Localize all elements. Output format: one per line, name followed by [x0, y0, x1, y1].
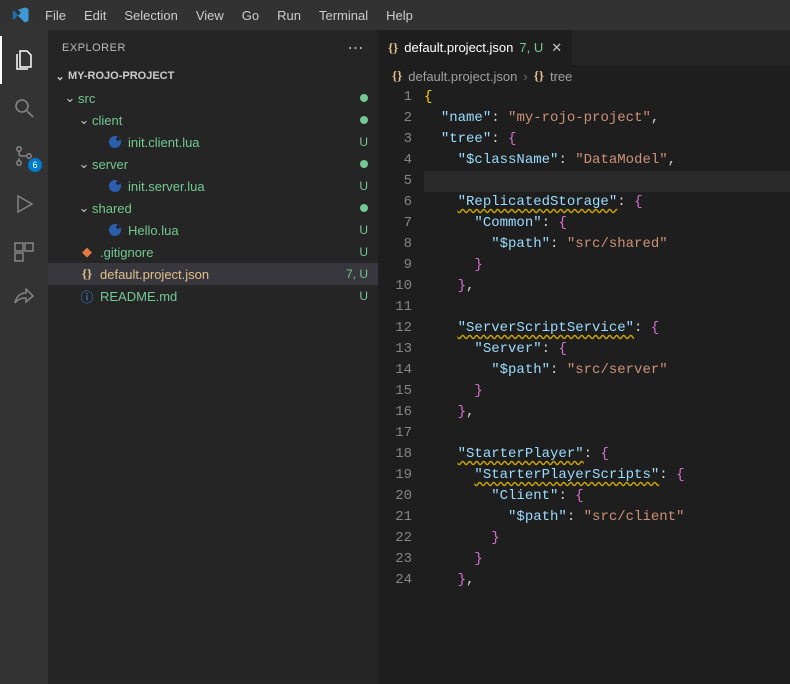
file-label: default.project.json	[100, 267, 342, 282]
activity-debug[interactable]	[0, 180, 48, 228]
chevron-down-icon: ⌄	[62, 90, 78, 106]
workbench: 6 EXPLORER ⋯ ⌄ MY-ROJO-PROJECT	[0, 30, 790, 684]
folder-label: server	[92, 157, 356, 172]
tree-file-gitignore[interactable]: ◆ .gitignore U	[48, 241, 378, 263]
folder-label: client	[92, 113, 356, 128]
tab-status: 7, U	[519, 40, 543, 55]
menu-file[interactable]: File	[36, 4, 75, 27]
file-tree: ⌄ src ⌄ client init.client.lua U ⌄	[48, 87, 378, 307]
title-bar: File Edit Selection View Go Run Terminal…	[0, 0, 790, 30]
git-dot-icon	[360, 160, 368, 168]
chevron-right-icon: ›	[523, 69, 527, 84]
git-dot-icon	[360, 204, 368, 212]
file-label: init.server.lua	[128, 179, 355, 194]
line-numbers: 123456789101112131415161718192021222324	[378, 87, 424, 684]
breadcrumb-file: default.project.json	[408, 69, 517, 84]
menu-view[interactable]: View	[187, 4, 233, 27]
tree-folder-src[interactable]: ⌄ src	[48, 87, 378, 109]
sidebar: EXPLORER ⋯ ⌄ MY-ROJO-PROJECT ⌄ src ⌄ cli…	[48, 30, 378, 684]
menu-bar: File Edit Selection View Go Run Terminal…	[36, 4, 422, 27]
project-name: MY-ROJO-PROJECT	[68, 70, 368, 82]
file-label: .gitignore	[100, 245, 355, 260]
vscode-logo-icon	[12, 6, 30, 24]
git-status: U	[359, 289, 368, 303]
activity-search[interactable]	[0, 84, 48, 132]
git-icon: ◆	[78, 244, 96, 260]
git-status: 7, U	[346, 267, 368, 281]
code-lines: { "name": "my-rojo-project", "tree": { "…	[424, 87, 790, 684]
files-icon	[12, 48, 36, 72]
tree-file-hello[interactable]: Hello.lua U	[48, 219, 378, 241]
git-status: U	[359, 223, 368, 237]
menu-run[interactable]: Run	[268, 4, 310, 27]
json-icon: {}	[388, 40, 398, 56]
project-root[interactable]: ⌄ MY-ROJO-PROJECT	[48, 65, 378, 87]
json-icon: {}	[78, 266, 96, 282]
editor-tabs: {} default.project.json 7, U ✕	[378, 30, 790, 65]
activity-scm[interactable]: 6	[0, 132, 48, 180]
scm-badge: 6	[28, 158, 42, 172]
debug-icon	[12, 192, 36, 216]
activity-explorer[interactable]	[0, 36, 48, 84]
json-icon: {}	[534, 68, 544, 84]
tree-file-init-client[interactable]: init.client.lua U	[48, 131, 378, 153]
activity-bar: 6	[0, 30, 48, 684]
breadcrumb-node: tree	[550, 69, 572, 84]
sidebar-more-icon[interactable]: ⋯	[348, 38, 365, 58]
share-icon	[12, 288, 36, 312]
sidebar-title-label: EXPLORER	[62, 42, 126, 54]
info-icon: ⓘ	[78, 287, 96, 306]
tree-folder-server[interactable]: ⌄ server	[48, 153, 378, 175]
json-icon: {}	[392, 68, 402, 84]
chevron-down-icon: ⌄	[76, 112, 92, 128]
lua-icon	[106, 179, 124, 193]
sidebar-header: EXPLORER ⋯	[48, 30, 378, 65]
tree-file-default-project[interactable]: {} default.project.json 7, U	[48, 263, 378, 285]
folder-label: src	[78, 91, 356, 106]
chevron-down-icon: ⌄	[52, 70, 68, 83]
menu-terminal[interactable]: Terminal	[310, 4, 377, 27]
chevron-down-icon: ⌄	[76, 156, 92, 172]
lua-icon	[106, 135, 124, 149]
activity-live-share[interactable]	[0, 276, 48, 324]
tab-default-project[interactable]: {} default.project.json 7, U ✕	[378, 30, 573, 65]
folder-label: shared	[92, 201, 356, 216]
vscode-window: File Edit Selection View Go Run Terminal…	[0, 0, 790, 684]
menu-selection[interactable]: Selection	[115, 4, 186, 27]
git-status: U	[359, 179, 368, 193]
menu-go[interactable]: Go	[233, 4, 268, 27]
tree-file-init-server[interactable]: init.server.lua U	[48, 175, 378, 197]
tree-folder-client[interactable]: ⌄ client	[48, 109, 378, 131]
search-icon	[12, 96, 36, 120]
chevron-down-icon: ⌄	[76, 200, 92, 216]
tree-folder-shared[interactable]: ⌄ shared	[48, 197, 378, 219]
menu-help[interactable]: Help	[377, 4, 422, 27]
menu-edit[interactable]: Edit	[75, 4, 115, 27]
extensions-icon	[12, 240, 36, 264]
file-label: README.md	[100, 289, 355, 304]
close-icon[interactable]: ✕	[551, 40, 562, 56]
editor-code[interactable]: 123456789101112131415161718192021222324 …	[378, 87, 790, 684]
file-label: init.client.lua	[128, 135, 355, 150]
tree-file-readme[interactable]: ⓘ README.md U	[48, 285, 378, 307]
breadcrumb[interactable]: {} default.project.json › {} tree	[378, 65, 790, 87]
file-label: Hello.lua	[128, 223, 355, 238]
editor-group: {} default.project.json 7, U ✕ {} defaul…	[378, 30, 790, 684]
git-status: U	[359, 135, 368, 149]
git-dot-icon	[360, 94, 368, 102]
git-status: U	[359, 245, 368, 259]
git-dot-icon	[360, 116, 368, 124]
activity-extensions[interactable]	[0, 228, 48, 276]
tab-label: default.project.json	[404, 40, 513, 55]
lua-icon	[106, 223, 124, 237]
